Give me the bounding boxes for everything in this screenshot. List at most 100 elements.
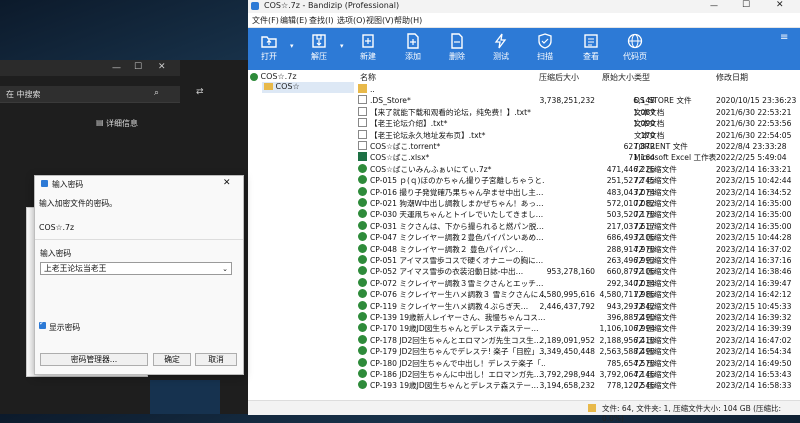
- file-name: CP-072 ミクレイヤー調教３雪ミクさんとエッチ…: [370, 278, 544, 288]
- menu-find[interactable]: 查找(I): [309, 15, 334, 26]
- file-row[interactable]: 【老王论坛介绍】.txt* 1,090 文本文档 2021/6/30 22:53:56: [356, 118, 800, 129]
- tree-item-cos[interactable]: COS☆: [262, 82, 354, 93]
- archive-filename: COS☆.7z: [39, 223, 75, 232]
- file-row[interactable]: COS☆ばこ.torrent* 627,872 TORRENT 文件 2022/8/4…: [356, 141, 800, 152]
- show-password-label[interactable]: 显示密码: [49, 322, 80, 333]
- menu-edit[interactable]: 编辑(E): [280, 15, 307, 26]
- modified-date: 2023/2/14 16:34:52: [716, 187, 792, 197]
- modified-date: 2023/2/14 16:39:32: [716, 313, 792, 322]
- file-row[interactable]: .DS_Store* 3,738,251,232 6,148 DS_STORE 文件 2…: [356, 95, 800, 106]
- column-header-compressed[interactable]: 压缩后大小: [539, 72, 579, 83]
- file-row[interactable]: CP-170 19歳JD図生ちゃんとデレステ森ステー… 1,106,106,994…: [356, 323, 800, 334]
- password-value: 上老王论坛当老王: [44, 264, 107, 273]
- file-row[interactable]: CP-178 JD2回生ちゃんとエロマンガ先生コス生… 2,189,091,952…: [356, 334, 800, 346]
- view-button[interactable]: 查看: [574, 30, 608, 68]
- modified-date: 2023/2/14 16:53:43: [716, 370, 792, 379]
- menu-options[interactable]: 选项(O): [337, 15, 366, 26]
- file-type: 7Z 压缩文件: [634, 370, 677, 379]
- maximize-icon[interactable]: ☐: [134, 62, 142, 72]
- file-name: 【来了就能下载和观看的论坛，纯免费！】.txt*: [370, 107, 531, 117]
- sync-icon[interactable]: ⇄: [196, 87, 204, 97]
- globe-icon: [627, 33, 643, 49]
- modified-date: 2023/2/14 16:38:46: [716, 267, 792, 277]
- password-input[interactable]: 上老王论坛当老王 ⌄: [40, 262, 232, 275]
- codepage-label: 代码页: [623, 52, 647, 61]
- file-row[interactable]: 【老王论坛永久地址发布页】.txt* 170 文本文档 2021/6/30 22:54…: [356, 129, 800, 141]
- file-row[interactable]: CP-030 天運凧ちゃんとトイレでいたしてきまし… 503,520,178 7Z …: [356, 209, 800, 220]
- search-icon[interactable]: ⌕: [154, 88, 159, 98]
- file-type: 7Z 压缩文件: [634, 164, 677, 174]
- menu-view[interactable]: 视图(V): [366, 15, 394, 26]
- add-button[interactable]: 添加: [396, 30, 430, 68]
- file-type: 7Z 压缩文件: [634, 301, 677, 311]
- close-icon[interactable]: ✕: [776, 0, 784, 10]
- file-row[interactable]: CP-015 ｐ(ｑ)ほのかちゃん撮り子宮離しちゃうと… 251,527,745 7…: [356, 175, 800, 186]
- menu-file[interactable]: 文件(F): [252, 15, 279, 26]
- open-dropdown-icon[interactable]: ▾: [290, 42, 294, 50]
- file-row[interactable]: CP-052 アイマス雪歩の衣装沿動日誌-中出… 953,278,160 660,8…: [356, 266, 800, 277]
- file-row[interactable]: CP-048 ミクレイヤー調教２ 豊色パイパン… 288,914,978 7Z 压缩…: [356, 243, 800, 255]
- column-header-date[interactable]: 修改日期: [716, 72, 748, 83]
- file-row[interactable]: CP-193 19歳JD図生ちゃんとデレステ森ステー… 3,194,658,232…: [356, 380, 800, 391]
- extract-dropdown-icon[interactable]: ▾: [340, 42, 344, 50]
- file-icon: [358, 106, 367, 116]
- close-icon[interactable]: ✕: [158, 62, 166, 72]
- file-row[interactable]: CP-076 ミクレイヤー生ハメ調教３ 雪ミクさんに… 4,580,995,616…: [356, 289, 800, 300]
- ok-button[interactable]: 确定: [153, 353, 191, 366]
- column-header-name[interactable]: 名称: [360, 72, 376, 83]
- maximize-icon[interactable]: ☐: [742, 0, 750, 10]
- modified-date: 2020/10/15 23:36:23: [716, 96, 797, 106]
- file-row[interactable]: COS☆ばこ.xlsx* 71,164 Microsoft Excel 工作表 202…: [356, 152, 800, 163]
- file-row[interactable]: CP-119 ミクレイヤー生ハメ調教４ぶらぎ天… 2,446,437,792 943…: [356, 300, 800, 312]
- archive-icon: [358, 255, 367, 264]
- file-row[interactable]: CP-047 ミクレイヤー調教２豊色パイパンいあめ… 686,493,106 7Z …: [356, 232, 800, 243]
- delete-button[interactable]: 删除: [440, 30, 474, 68]
- file-row[interactable]: CP-051 アイマス雪歩コスで硬くオナニーの胸に… 263,496,993 7Z …: [356, 255, 800, 266]
- menu-help[interactable]: 帮助(H): [394, 15, 422, 26]
- file-row[interactable]: CP-180 JD2回生ちゃんで中出し！デレステ楽子「… 785,654,578 7…: [356, 357, 800, 369]
- archive-icon: [358, 334, 367, 344]
- details-icon: ▤: [96, 118, 104, 127]
- column-header-type[interactable]: 类型: [634, 72, 650, 83]
- file-row[interactable]: CP-072 ミクレイヤー調教３雪ミクさんとエッチ… 292,340,034 7Z …: [356, 277, 800, 289]
- file-row[interactable]: 【来了就能下载和观看的论坛，纯免费！】.txt* 1,087 文本文档 2021/6/…: [356, 106, 800, 118]
- tree-child-label: COS☆: [275, 82, 300, 91]
- archive-icon: [358, 186, 367, 196]
- bandizip-window: COS☆.7z - Bandizip (Professional) — ☐ ✕ …: [248, 0, 800, 423]
- codepage-button[interactable]: 代码页: [618, 30, 652, 68]
- password-manager-button[interactable]: 密码管理器...: [40, 353, 148, 366]
- close-icon[interactable]: ✕: [223, 178, 231, 188]
- extract-button[interactable]: 解压: [302, 30, 336, 68]
- file-row[interactable]: CP-021 狗潮W中出し調教しまかぜちゃん！あっ… 572,010,082 7Z …: [356, 198, 800, 209]
- show-password-checkbox[interactable]: ✓: [39, 319, 46, 329]
- divider: [35, 239, 243, 240]
- file-row[interactable]: CP-016 撮り子発覚確乃果ちゃん孕ませ中出し主… 483,043,074 7Z …: [356, 186, 800, 198]
- open-button[interactable]: 打开: [252, 30, 286, 68]
- file-name: 【老王论坛永久地址发布页】.txt*: [370, 130, 486, 140]
- menu-icon[interactable]: ≡: [780, 32, 788, 43]
- minimize-icon[interactable]: —: [112, 63, 121, 73]
- file-row[interactable]: CP-031 ミクさんは、下から撮られると燃パン脱… 217,037,617 7Z …: [356, 220, 800, 232]
- file-row[interactable]: ..: [356, 84, 800, 95]
- explorer-search-box[interactable]: 在 中搜索 ⌕: [0, 86, 180, 103]
- details-button[interactable]: 详细信息: [106, 118, 138, 129]
- chevron-down-icon[interactable]: ⌄: [222, 263, 228, 275]
- file-row[interactable]: CP-139 19歳新人レイヤーさん、我慢ちゃんコス… 396,885,490 7Z…: [356, 312, 800, 323]
- file-row[interactable]: CP-179 JD2回生ちゃんでデレステ! 楽子「目腔」… 3,349,450,4…: [356, 346, 800, 357]
- file-row[interactable]: COS☆ばこいみんふぁいにてぃ.7z* 471,446,226 7Z 压缩文件 202…: [356, 163, 800, 175]
- add-file-icon: [407, 33, 419, 49]
- file-type: 文本文档: [634, 119, 665, 129]
- scan-button[interactable]: 扫描: [528, 30, 562, 68]
- test-button[interactable]: 测试: [484, 30, 518, 68]
- file-type: Microsoft Excel 工作表: [634, 153, 716, 163]
- new-archive-button[interactable]: 新建: [351, 30, 385, 68]
- file-type: 7Z 压缩文件: [634, 187, 677, 197]
- shield-icon: [538, 33, 552, 49]
- file-name: ..: [370, 85, 375, 94]
- file-name: CP-031 ミクさんは、下から撮られると燃パン脱…: [370, 221, 545, 231]
- file-row[interactable]: CP-186 JD2回生ちゃんに中出し！エロマンガ先… 3,792,298,944…: [356, 369, 800, 380]
- column-header-original[interactable]: 原始大小: [602, 72, 634, 83]
- folder-icon: [358, 84, 367, 93]
- cancel-button[interactable]: 取消: [195, 353, 237, 366]
- minimize-icon[interactable]: —: [710, 1, 718, 10]
